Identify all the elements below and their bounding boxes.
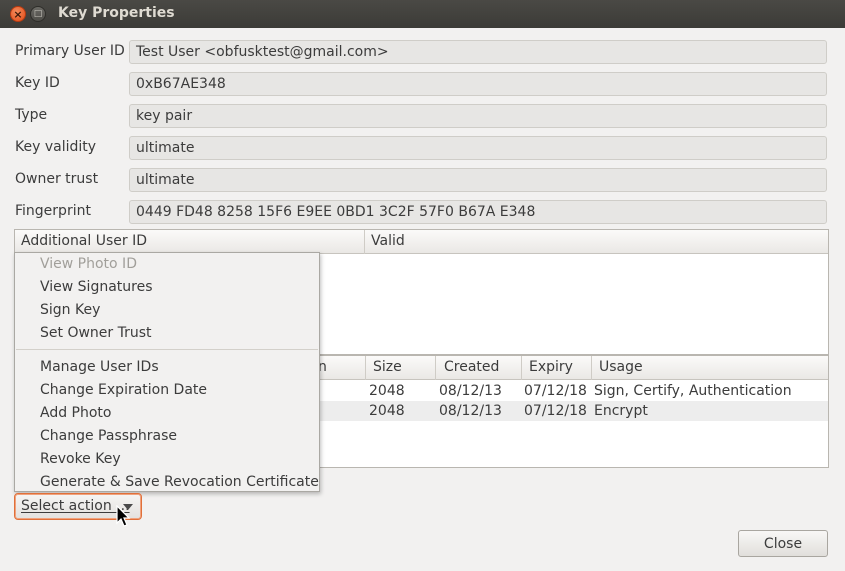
primary-user-id-label: Primary User ID [15, 43, 125, 59]
key-validity-field[interactable]: ultimate [129, 136, 827, 160]
menu-separator [16, 349, 318, 350]
mouse-cursor-icon [116, 505, 131, 527]
subkey-created: 08/12/13 [439, 403, 502, 419]
menu-item-view-signatures[interactable]: View Signatures [40, 279, 153, 295]
subkey-expiry: 07/12/18 [524, 383, 587, 399]
title-bar: × □ Key Properties [0, 0, 845, 28]
menu-item-generate-revocation-certificate[interactable]: Generate & Save Revocation Certificate [40, 474, 319, 490]
menu-item-view-photo-id: View Photo ID [40, 256, 137, 272]
subkey-expiry: 07/12/18 [524, 403, 587, 419]
col-expiry[interactable]: Expiry [529, 359, 573, 375]
col-size[interactable]: Size [373, 359, 402, 375]
menu-item-set-owner-trust[interactable]: Set Owner Trust [40, 325, 152, 341]
key-id-label: Key ID [15, 75, 60, 91]
close-button[interactable]: Close [738, 530, 828, 557]
menu-item-change-expiration-date[interactable]: Change Expiration Date [40, 382, 207, 398]
subkey-created: 08/12/13 [439, 383, 502, 399]
col-additional-user-id[interactable]: Additional User ID [21, 233, 147, 249]
menu-item-sign-key[interactable]: Sign Key [40, 302, 100, 318]
key-id-field[interactable]: 0xB67AE348 [129, 72, 827, 96]
subkey-usage: Encrypt [594, 403, 648, 419]
user-id-table-header: Additional User ID Valid [15, 230, 828, 254]
menu-item-manage-user-ids[interactable]: Manage User IDs [40, 359, 159, 375]
action-menu: View Photo ID View Signatures Sign Key S… [14, 252, 320, 492]
col-created[interactable]: Created [444, 359, 499, 375]
window-maximize-icon[interactable]: □ [30, 6, 46, 22]
fingerprint-label: Fingerprint [15, 203, 91, 219]
column-separator [521, 356, 522, 380]
fingerprint-field[interactable]: 0449 FD48 8258 15F6 E9EE 0BD1 3C2F 57F0 … [129, 200, 827, 224]
owner-trust-label: Owner trust [15, 171, 99, 187]
primary-user-id-field[interactable]: Test User <obfusktest@gmail.com> [129, 40, 827, 64]
column-separator [364, 230, 365, 254]
type-field[interactable]: key pair [129, 104, 827, 128]
column-separator [591, 356, 592, 380]
owner-trust-field[interactable]: ultimate [129, 168, 827, 192]
col-usage[interactable]: Usage [599, 359, 643, 375]
menu-item-change-passphrase[interactable]: Change Passphrase [40, 428, 177, 444]
window-title: Key Properties [58, 5, 175, 21]
menu-item-revoke-key[interactable]: Revoke Key [40, 451, 121, 467]
key-validity-label: Key validity [15, 139, 97, 155]
col-valid[interactable]: Valid [371, 233, 405, 249]
menu-item-add-photo[interactable]: Add Photo [40, 405, 112, 421]
subkey-size: 2048 [369, 403, 405, 419]
column-separator [435, 356, 436, 380]
column-separator [365, 356, 366, 380]
subkey-usage: Sign, Certify, Authentication [594, 383, 792, 399]
window-close-icon[interactable]: × [10, 6, 26, 22]
select-action-label: Select action ... [21, 498, 130, 514]
type-label: Type [15, 107, 48, 123]
subkey-size: 2048 [369, 383, 405, 399]
